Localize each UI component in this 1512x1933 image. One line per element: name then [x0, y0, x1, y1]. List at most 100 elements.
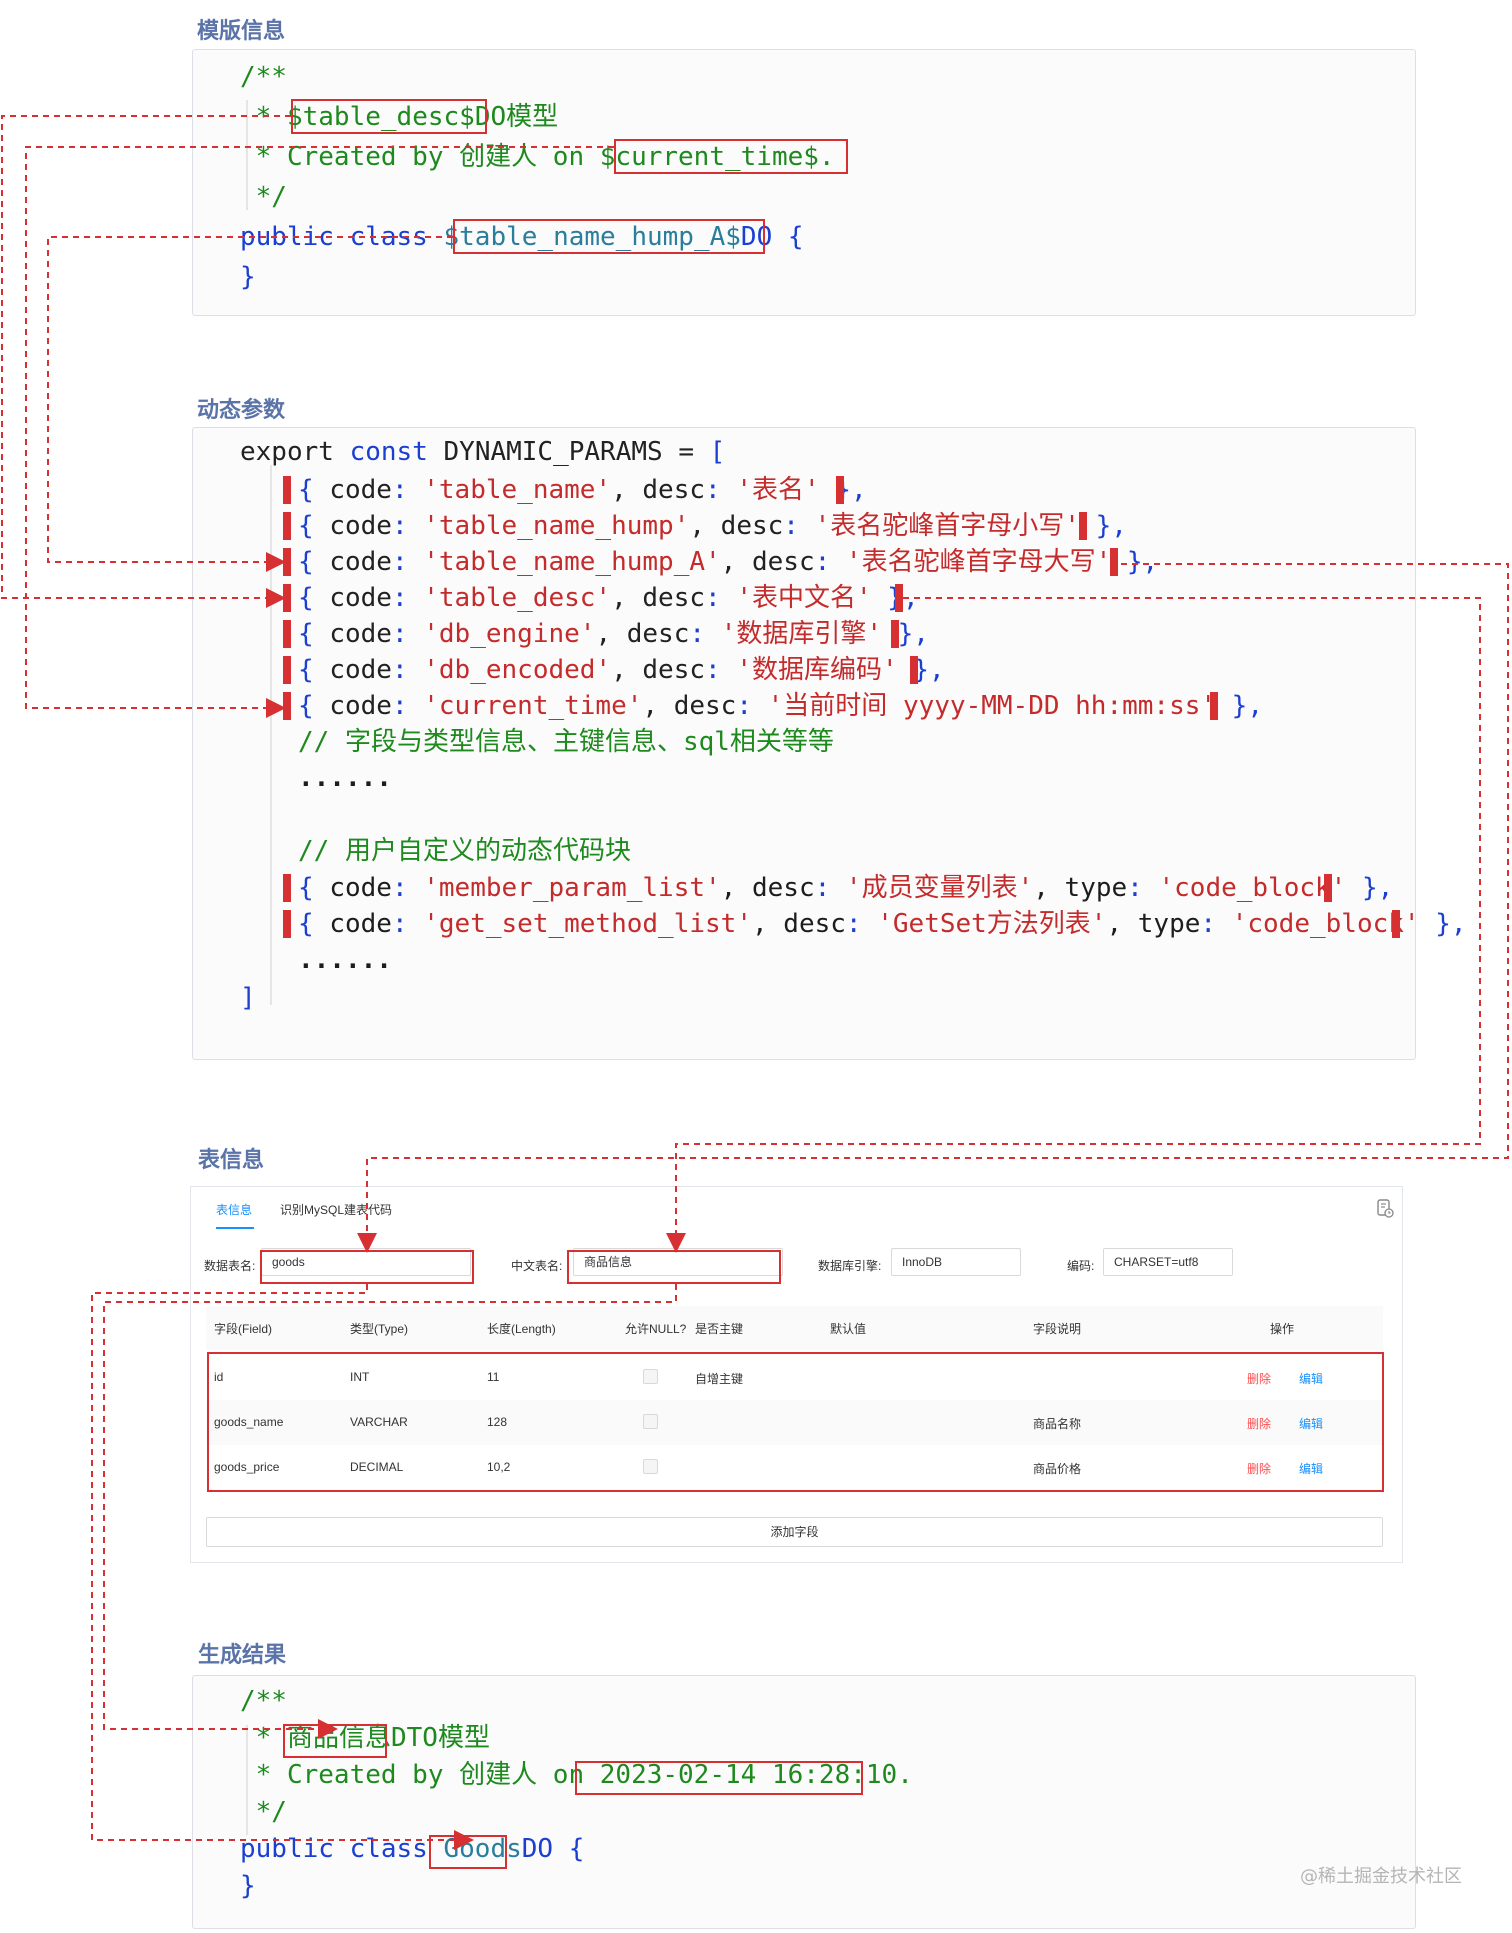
col-default: 默认值: [830, 1322, 867, 1336]
tab-table-info[interactable]: 表信息: [216, 1201, 252, 1218]
cell-type: DECIMAL: [350, 1460, 404, 1474]
col-field: 字段(Field): [214, 1322, 273, 1336]
section-title-params: 动态参数: [197, 398, 286, 423]
param-row: { code: 'table_name', desc: '表名' },: [298, 475, 867, 505]
row-marker-right: [1392, 910, 1400, 938]
param-row: { code: 'db_engine', desc: '数据库引擎' },: [298, 619, 929, 649]
table-name-label: 数据表名:: [204, 1259, 256, 1273]
param-row: { code: 'db_encoded', desc: '数据库编码' },: [298, 655, 945, 685]
code-line: * Created by 创建人 on $current_time$.: [240, 142, 835, 172]
result-code: /** * 商品信息DTO模型 * Created by 创建人 on 2023…: [240, 1683, 913, 1905]
row-marker-left: [283, 476, 291, 504]
cell-comment: 商品名称: [1033, 1417, 1082, 1431]
nullable-checkbox[interactable]: [643, 1369, 658, 1384]
row-marker-left: [283, 874, 291, 902]
row-marker-right: [895, 584, 903, 612]
code-line: public class GoodsDO {: [240, 1834, 585, 1864]
params-comment-2: // 用户自定义的动态代码块: [298, 836, 631, 866]
table-name-input[interactable]: goods: [261, 1248, 471, 1276]
param-row: { code: 'get_set_method_list', desc: 'Ge…: [298, 909, 1467, 939]
code-line: }: [240, 262, 256, 292]
row-marker-left: [283, 692, 291, 720]
col-primary-key: 是否主键: [695, 1322, 744, 1336]
row-marker-right: [836, 476, 844, 504]
cell-primary-key: 自增主键: [695, 1372, 744, 1386]
cell-field: goods_name: [214, 1415, 284, 1429]
cell-field: id: [214, 1370, 224, 1384]
param-row: { code: 'table_desc', desc: '表中文名' },: [298, 583, 919, 613]
row-marker-left: [283, 584, 291, 612]
table-row: id INT 11 自增主键 删除 编辑: [206, 1355, 1383, 1400]
param-row: { code: 'table_name_hump_A', desc: '表名驼峰…: [298, 547, 1159, 577]
code-line: /**: [240, 62, 287, 92]
cell-length: 128: [487, 1415, 508, 1429]
delete-link[interactable]: 删除: [1247, 1415, 1271, 1432]
cn-name-label: 中文表名:: [511, 1259, 563, 1273]
col-length: 长度(Length): [487, 1322, 556, 1336]
section-title-template: 模版信息: [197, 19, 286, 44]
cell-type: INT: [350, 1370, 370, 1384]
row-marker-right: [1324, 874, 1332, 902]
code-line: /**: [240, 1686, 287, 1716]
ellipsis-1: ......: [298, 763, 392, 793]
param-row: { code: 'table_name_hump', desc: '表名驼峰首字…: [298, 511, 1127, 541]
code-line: public class $table_name_hump_A$DO {: [240, 222, 804, 252]
code-line: }: [240, 1871, 256, 1901]
indent-guide: [270, 465, 272, 1005]
col-comment: 字段说明: [1033, 1322, 1082, 1336]
row-marker-right: [910, 656, 918, 684]
engine-input[interactable]: InnoDB: [891, 1248, 1021, 1276]
row-marker-right: [1210, 692, 1218, 720]
row-marker-right: [1110, 548, 1118, 576]
nullable-checkbox[interactable]: [643, 1459, 658, 1474]
tab-mysql-parse[interactable]: 识别MySQL建表代码: [280, 1201, 392, 1218]
param-row: { code: 'member_param_list', desc: '成员变量…: [298, 873, 1394, 903]
code-line: * $table_desc$DO模型: [240, 102, 559, 132]
col-actions: 操作: [1270, 1322, 1295, 1336]
section-title-result: 生成结果: [198, 1643, 287, 1668]
table-info-panel: 表信息 识别MySQL建表代码 数据表名: goods 中文表名: 商品信息 数…: [190, 1186, 1403, 1563]
watermark: @稀土掘金技术社区: [1300, 1866, 1462, 1887]
table-header: 字段(Field) 类型(Type) 长度(Length) 允许NULL? 是否…: [206, 1306, 1383, 1350]
params-comment-1: // 字段与类型信息、主键信息、sql相关等等: [298, 727, 834, 757]
edit-link[interactable]: 编辑: [1299, 1415, 1323, 1432]
ellipsis-2: ......: [298, 945, 392, 975]
cell-length: 11: [487, 1370, 500, 1384]
delete-link[interactable]: 删除: [1247, 1460, 1271, 1477]
param-row: { code: 'current_time', desc: '当前时间 yyyy…: [298, 691, 1263, 721]
cell-field: goods_price: [214, 1460, 280, 1474]
code-line: * Created by 创建人 on 2023-02-14 16:28:10.: [240, 1760, 913, 1790]
section-title-table: 表信息: [198, 1148, 265, 1173]
add-field-button[interactable]: 添加字段: [206, 1517, 1383, 1547]
table-row: goods_price DECIMAL 10,2 商品价格 删除 编辑: [206, 1445, 1383, 1490]
params-close-bracket: ]: [240, 983, 256, 1013]
template-code: /** * $table_desc$DO模型 * Created by 创建人 …: [240, 57, 835, 297]
cell-comment: 商品价格: [1033, 1462, 1082, 1476]
edit-link[interactable]: 编辑: [1299, 1370, 1323, 1387]
row-marker-left: [283, 620, 291, 648]
params-code-head: export const DYNAMIC_PARAMS = [: [240, 437, 726, 467]
code-line: * 商品信息DTO模型: [240, 1723, 490, 1753]
col-type: 类型(Type): [350, 1322, 409, 1336]
row-marker-left: [283, 656, 291, 684]
row-marker-left: [283, 548, 291, 576]
edit-link[interactable]: 编辑: [1299, 1460, 1323, 1477]
delete-link[interactable]: 删除: [1247, 1370, 1271, 1387]
cell-type: VARCHAR: [350, 1415, 408, 1429]
cn-name-input[interactable]: 商品信息: [573, 1248, 783, 1276]
history-icon[interactable]: [1376, 1199, 1394, 1218]
cell-length: 10,2: [487, 1460, 511, 1474]
tab-active-indicator: [216, 1227, 254, 1229]
row-marker-right: [891, 620, 899, 648]
code-line: */: [240, 1797, 287, 1827]
table-row: goods_name VARCHAR 128 商品名称 删除 编辑: [206, 1400, 1383, 1445]
row-marker-left: [283, 512, 291, 540]
nullable-checkbox[interactable]: [643, 1414, 658, 1429]
encoding-input[interactable]: CHARSET=utf8: [1103, 1248, 1233, 1276]
col-nullable: 允许NULL?: [625, 1322, 687, 1336]
row-marker-left: [283, 910, 291, 938]
encoding-label: 编码:: [1067, 1259, 1095, 1273]
code-line: */: [240, 182, 287, 212]
engine-label: 数据库引擎:: [818, 1259, 882, 1273]
row-marker-right: [1079, 512, 1087, 540]
